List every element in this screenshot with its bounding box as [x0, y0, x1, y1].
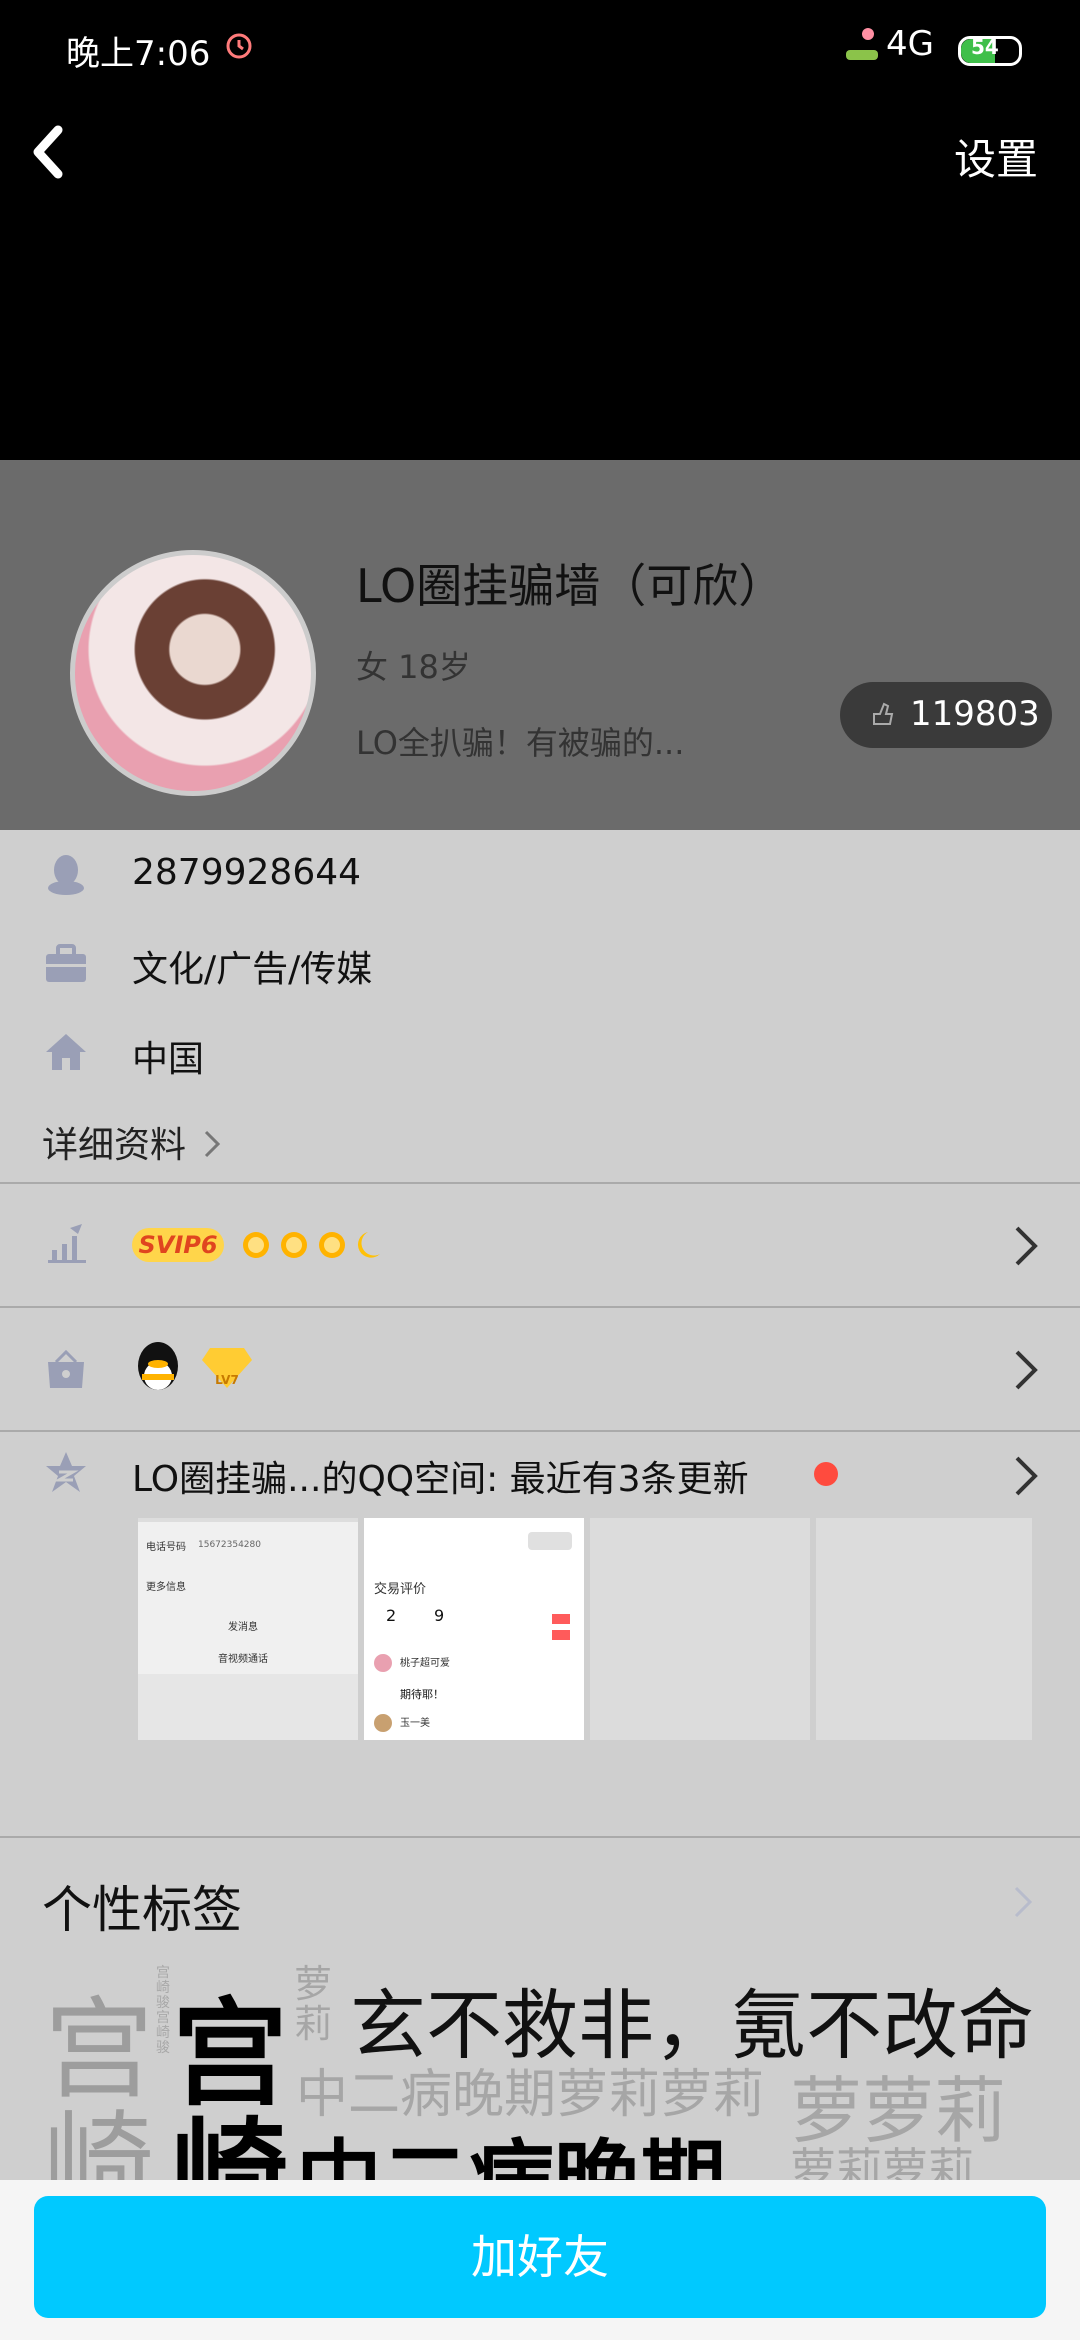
profile-name: LO圈挂骗墙（可欣）	[356, 559, 785, 613]
add-friend-button[interactable]: 加好友	[34, 2196, 1046, 2318]
tags-title: 个性标签	[42, 1881, 242, 1939]
thumb-review-title: 交易评价	[374, 1582, 427, 1597]
level-diamond-icon: LV7	[202, 1348, 252, 1388]
tag-word: 萝莉萝莉	[790, 2143, 974, 2180]
home-icon	[46, 1034, 86, 1070]
thumb-tag	[552, 1630, 570, 1640]
thumb-video: 音视频通话	[218, 1654, 268, 1665]
thumb-user-1: 桃子超可爱	[400, 1658, 450, 1669]
thumb-phone-label: 电话号码	[146, 1542, 186, 1553]
tag-word: 宫崎骏宫崎骏	[156, 1965, 170, 2056]
likes-badge[interactable]: 119803	[840, 682, 1052, 748]
thumb-num-1: 2	[386, 1606, 397, 1625]
thumb-footer	[138, 1674, 358, 1740]
thumb-button	[528, 1532, 572, 1550]
level-suns-icon	[243, 1232, 380, 1258]
battery-level: 54	[971, 35, 999, 59]
location: 中国	[132, 1039, 205, 1080]
svg-text:LV7: LV7	[215, 1373, 239, 1387]
detail-label: 详细资料	[42, 1125, 187, 1166]
qzone-photo-3[interactable]	[590, 1518, 810, 1740]
settings-button[interactable]: 设置	[954, 126, 1038, 187]
avatar[interactable]	[70, 550, 316, 796]
qq-number: 2879928644	[132, 852, 362, 893]
svip-badge: SVIP6	[132, 1228, 224, 1262]
chevron-right-icon[interactable]	[1012, 1884, 1034, 1920]
update-dot	[814, 1462, 838, 1486]
thumb-msg: 发消息	[228, 1622, 258, 1633]
qq-penguin-icon	[48, 855, 84, 895]
tag-cloud: 宫 宫 崎 崎 宫崎骏宫崎骏 萝莉 玄不救非，氪不改命 中二病晚期萝莉萝莉 萝萝…	[0, 1950, 1080, 2180]
thumb-avatar	[374, 1654, 392, 1672]
thumb-tag	[552, 1614, 570, 1624]
qzone-row[interactable]: LO圈挂骗...的QQ空间: 最近有3条更新	[0, 1432, 1080, 1518]
qzone-photo-4[interactable]	[816, 1518, 1032, 1740]
gift-row[interactable]: LV7	[0, 1308, 1080, 1430]
flower-icon	[846, 28, 878, 60]
detail-link[interactable]: 详细资料	[42, 1116, 221, 1168]
likes-count: 119803	[910, 694, 1040, 734]
profile-card: LO圈挂骗墙（可欣） 女 18岁 LO全扒骗！有被骗的... 119803	[0, 460, 1080, 830]
chevron-right-icon	[1015, 1350, 1038, 1390]
back-arrow-icon[interactable]	[28, 122, 68, 182]
tag-word: 崎	[172, 2107, 288, 2180]
gift-box-icon	[48, 1349, 84, 1388]
status-bar: 晚上7:06 4G 54	[0, 0, 1080, 100]
qzone-star-icon	[46, 1452, 86, 1492]
thumb-num-2: 9	[434, 1606, 445, 1625]
qq-penguin-badge-icon	[138, 1342, 178, 1390]
qzone-photo-2[interactable]: 交易评价 2 9 桃子超可爱 期待耶！ 玉一美	[364, 1518, 584, 1740]
briefcase-icon	[46, 944, 86, 982]
status-time: 晚上7:06	[66, 34, 211, 74]
growth-chart-icon	[48, 1224, 86, 1263]
chevron-right-icon	[1015, 1226, 1038, 1266]
thumb-top-line	[138, 1518, 358, 1522]
thumb-user-2: 玉一美	[400, 1718, 430, 1729]
thumb-comment-1: 期待耶！	[400, 1688, 444, 1701]
tag-word: 崎	[44, 2100, 154, 2180]
qzone-photo-1[interactable]: 电话号码 15672354280 更多信息 发消息 音视频通话	[138, 1518, 358, 1740]
industry: 文化/广告/传媒	[132, 949, 373, 990]
tag-word: 中二病晚期	[296, 2110, 726, 2180]
qzone-label: LO圈挂骗...的QQ空间: 最近有3条更新	[132, 1459, 749, 1500]
tag-word: 萝莉	[294, 1962, 333, 2046]
divider	[0, 1836, 1080, 1838]
thumb-avatar	[374, 1714, 392, 1732]
thumb-more: 更多信息	[146, 1582, 186, 1593]
chevron-right-icon	[205, 1130, 221, 1158]
chevron-right-icon	[1015, 1456, 1038, 1496]
profile-gender-age: 女 18岁	[356, 648, 471, 686]
thumbs-up-icon	[873, 702, 894, 725]
thumb-phone: 15672354280	[198, 1540, 261, 1550]
vip-row[interactable]: SVIP6	[0, 1184, 1080, 1306]
profile-bio: LO全扒骗！有被骗的...	[356, 724, 685, 762]
alarm-icon	[226, 33, 252, 59]
battery-icon: 54	[958, 35, 1022, 66]
bottom-bar: 加好友	[0, 2180, 1080, 2340]
network-label: 4G	[886, 24, 934, 64]
